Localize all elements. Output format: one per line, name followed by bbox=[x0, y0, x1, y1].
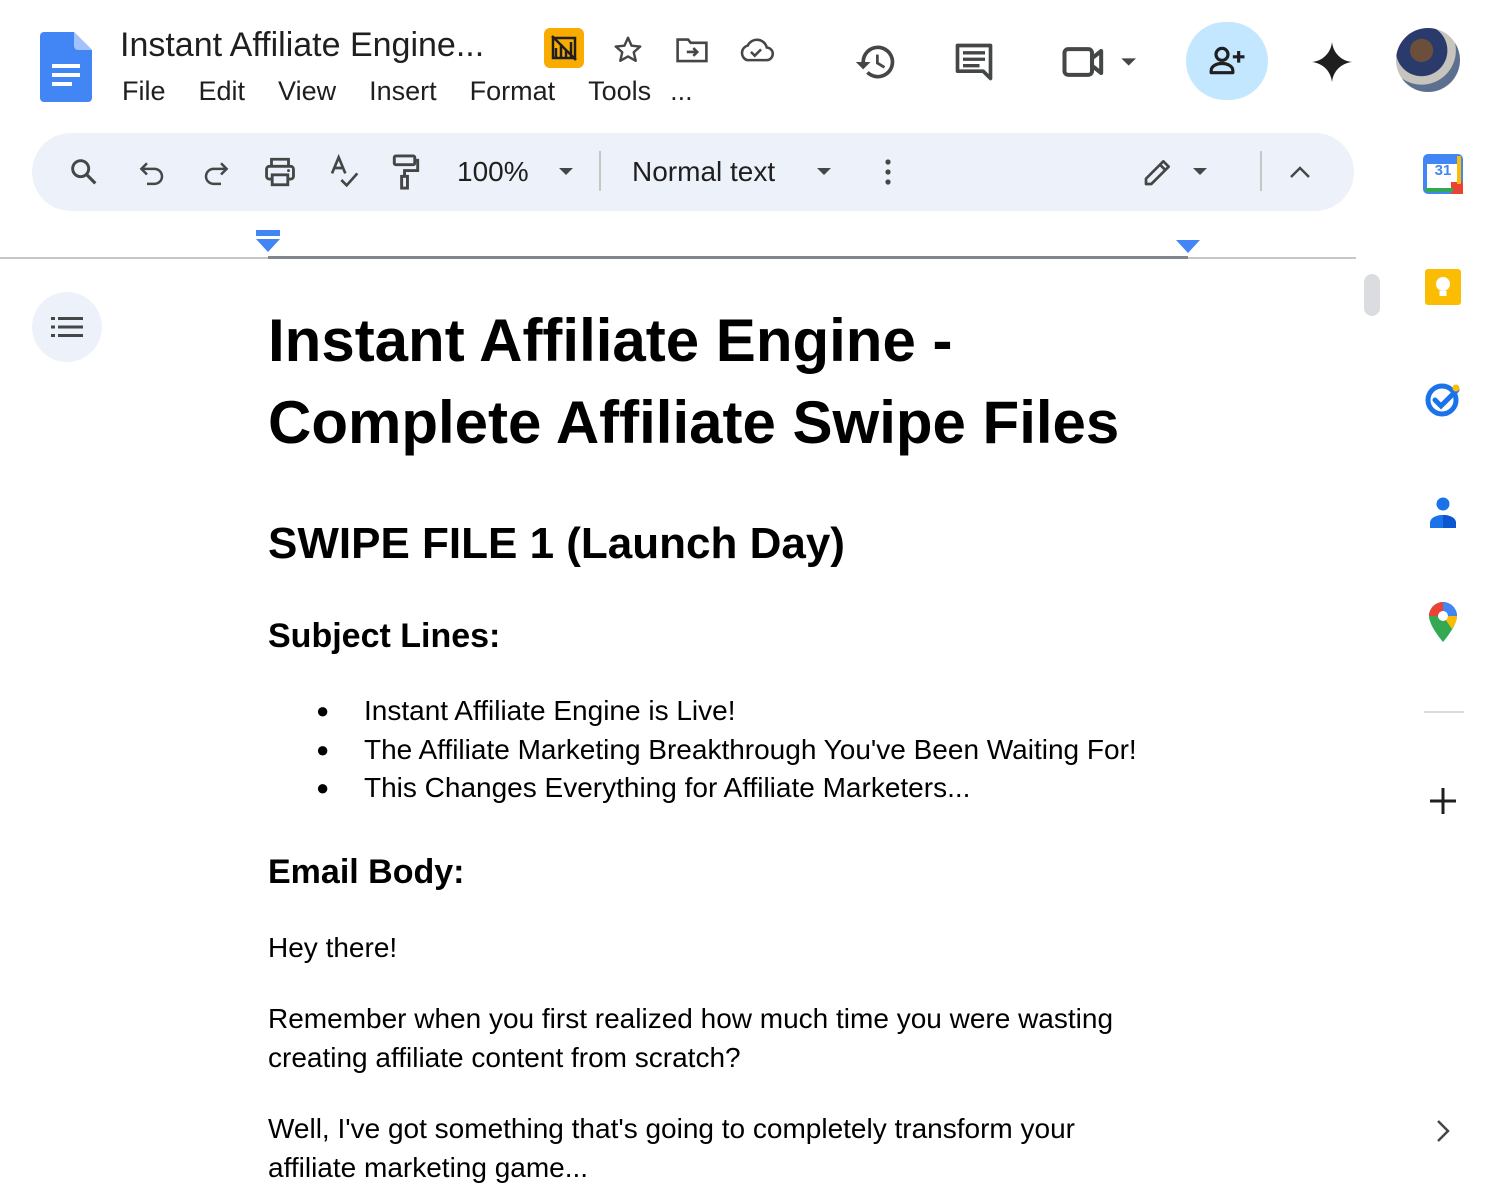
menu-view[interactable]: View bbox=[278, 76, 336, 107]
spellcheck-icon[interactable] bbox=[322, 133, 366, 211]
gemini-sparkle-icon[interactable] bbox=[1304, 34, 1360, 90]
bullet-icon: ● bbox=[316, 736, 330, 762]
meet-icon[interactable] bbox=[1058, 34, 1148, 90]
expand-icon[interactable] bbox=[1421, 1109, 1465, 1153]
calendar-day: 31 bbox=[1434, 162, 1452, 179]
paragraph: Remember when you first realized how muc… bbox=[268, 1002, 1114, 1073]
menu-bar: File Edit View Insert Format Tools ... bbox=[122, 76, 726, 107]
undo-icon[interactable] bbox=[130, 133, 174, 211]
menu-file[interactable]: File bbox=[122, 76, 166, 107]
chevron-down-icon[interactable] bbox=[810, 133, 838, 211]
collapse-toolbar-icon[interactable] bbox=[1284, 133, 1316, 211]
menu-format[interactable]: Format bbox=[470, 76, 556, 107]
cloud-saved-icon[interactable] bbox=[736, 30, 776, 70]
document-title[interactable]: Instant Affiliate Engine... bbox=[120, 26, 484, 65]
section-heading: SWIPE FILE 1 (Launch Day) bbox=[268, 519, 845, 568]
subject-lines-heading: Subject Lines: bbox=[268, 617, 501, 655]
menu-tools[interactable]: Tools bbox=[588, 76, 651, 107]
list-item: ● This Changes Everything for Affiliate M… bbox=[316, 769, 1208, 808]
document-heading-line-1: Instant Affiliate Engine - bbox=[268, 307, 953, 374]
document-outline-button[interactable] bbox=[32, 292, 102, 362]
docs-logo-icon[interactable] bbox=[40, 32, 92, 102]
editing-mode-icon[interactable] bbox=[1136, 133, 1180, 211]
version-history-icon[interactable] bbox=[848, 34, 904, 90]
bullet-icon: ● bbox=[316, 775, 330, 800]
tasks-icon[interactable] bbox=[1421, 377, 1465, 421]
search-icon[interactable] bbox=[62, 133, 106, 211]
comments-icon[interactable] bbox=[946, 34, 1002, 90]
toolbar-divider bbox=[599, 151, 601, 191]
list-item: ● The Affiliate Marketing Breakthrough Yo… bbox=[316, 731, 1208, 770]
toolbar-divider bbox=[1260, 151, 1262, 191]
add-person-icon bbox=[1209, 46, 1245, 75]
left-indent-marker-icon[interactable] bbox=[256, 230, 280, 254]
menu-insert[interactable]: Insert bbox=[369, 76, 437, 107]
subject-lines-list: ● Instant Affiliate Engine is Live! ● The … bbox=[268, 692, 1208, 808]
toolbar: 100% Normal text bbox=[32, 133, 1354, 211]
menu-edit[interactable]: Edit bbox=[199, 76, 246, 107]
offline-badge-icon[interactable] bbox=[544, 28, 584, 68]
list-item: ● Instant Affiliate Engine is Live! bbox=[316, 692, 1208, 731]
right-indent-marker-icon[interactable] bbox=[1176, 240, 1200, 254]
list-icon bbox=[51, 317, 83, 337]
document-heading-line-2: Complete Affiliate Swipe Files bbox=[268, 389, 1120, 456]
paragraph: Well, I've got something that's going to… bbox=[268, 1112, 1075, 1183]
chevron-down-icon[interactable] bbox=[1186, 133, 1214, 211]
email-body-heading: Email Body: bbox=[268, 852, 465, 891]
add-icon[interactable] bbox=[1421, 779, 1465, 823]
avatar[interactable] bbox=[1396, 28, 1460, 92]
contacts-icon[interactable] bbox=[1421, 490, 1465, 534]
share-button[interactable] bbox=[1186, 22, 1268, 100]
redo-icon[interactable] bbox=[194, 133, 238, 211]
move-folder-icon[interactable] bbox=[672, 30, 712, 70]
print-icon[interactable] bbox=[258, 133, 302, 211]
ruler-text-area bbox=[268, 256, 1188, 259]
scrollbar-thumb[interactable] bbox=[1364, 274, 1380, 316]
star-icon[interactable] bbox=[608, 30, 648, 70]
bullet-icon: ● bbox=[316, 698, 330, 723]
chevron-down-icon[interactable] bbox=[552, 133, 580, 211]
keep-icon[interactable] bbox=[1421, 265, 1465, 309]
paint-format-icon[interactable] bbox=[384, 133, 428, 211]
paragraph-style-select[interactable]: Normal text bbox=[632, 133, 775, 211]
menu-more[interactable]: ... bbox=[670, 76, 693, 107]
zoom-select[interactable]: 100% bbox=[457, 133, 529, 211]
maps-icon[interactable] bbox=[1421, 600, 1465, 644]
paragraph: Hey there! bbox=[268, 931, 398, 963]
more-options-icon[interactable] bbox=[874, 133, 902, 211]
document-page[interactable]: Instant Affiliate Engine - Complete Affi… bbox=[268, 300, 1208, 1186]
side-panel-divider bbox=[1424, 711, 1464, 713]
